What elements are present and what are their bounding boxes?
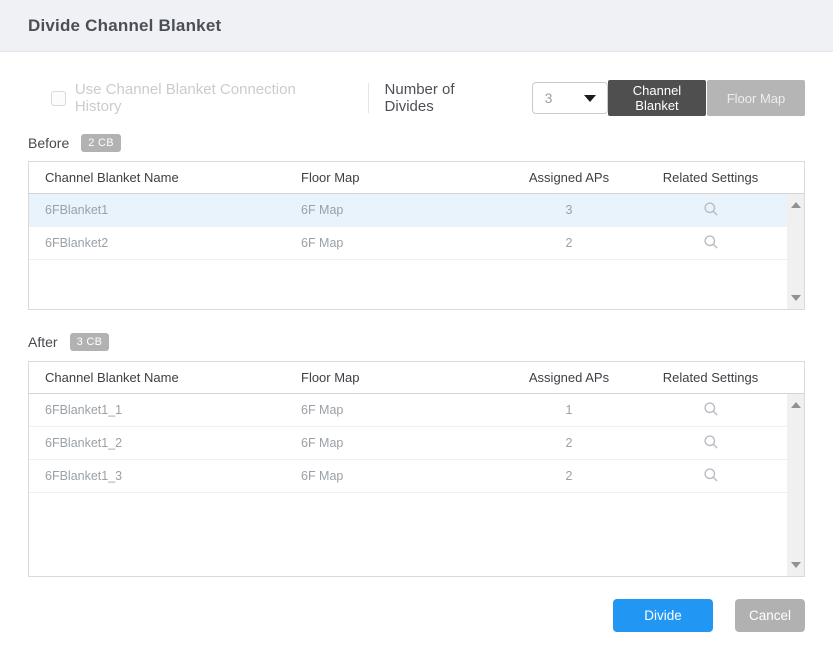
caret-down-icon <box>584 95 596 102</box>
column-header-floor-map: Floor Map <box>289 370 504 385</box>
after-section-header: After 3 CB <box>28 332 805 352</box>
divide-button[interactable]: Divide <box>613 599 713 632</box>
table-row[interactable]: 6FBlanket1 6F Map 3 <box>29 194 804 227</box>
arrow-up-icon[interactable] <box>791 402 801 408</box>
arrow-up-icon[interactable] <box>791 202 801 208</box>
cell-assigned-aps: 2 <box>504 236 634 250</box>
column-header-channel-blanket-name: Channel Blanket Name <box>29 170 289 185</box>
footer-actions: Divide Cancel <box>28 599 805 632</box>
search-icon[interactable] <box>703 434 719 450</box>
tab-channel-blanket[interactable]: Channel Blanket <box>608 80 706 116</box>
after-table: Channel Blanket Name Floor Map Assigned … <box>28 361 805 577</box>
cell-assigned-aps: 2 <box>504 436 634 450</box>
table-row[interactable]: 6FBlanket1_3 6F Map 2 <box>29 460 804 493</box>
before-table-header: Channel Blanket Name Floor Map Assigned … <box>29 162 804 194</box>
table-row[interactable]: 6FBlanket2 6F Map 2 <box>29 227 804 260</box>
cell-floor-map: 6F Map <box>289 403 504 417</box>
before-section-header: Before 2 CB <box>28 133 805 153</box>
search-icon[interactable] <box>703 467 719 483</box>
number-of-divides-value: 3 <box>545 90 553 106</box>
after-count-badge: 3 CB <box>70 333 110 351</box>
cell-floor-map: 6F Map <box>289 469 504 483</box>
cell-channel-blanket-name: 6FBlanket1 <box>29 203 289 217</box>
dialog-body: Use Channel Blanket Connection History N… <box>0 80 833 632</box>
cell-assigned-aps: 3 <box>504 203 634 217</box>
history-checkbox-label: Use Channel Blanket Connection History <box>75 81 344 115</box>
cell-channel-blanket-name: 6FBlanket1_2 <box>29 436 289 450</box>
column-header-floor-map: Floor Map <box>289 170 504 185</box>
column-header-channel-blanket-name: Channel Blanket Name <box>29 370 289 385</box>
history-checkbox-group: Use Channel Blanket Connection History <box>51 81 344 115</box>
column-header-assigned-aps: Assigned APs <box>504 370 634 385</box>
cell-channel-blanket-name: 6FBlanket2 <box>29 236 289 250</box>
number-of-divides-label: Number of Divides <box>385 81 507 115</box>
cell-channel-blanket-name: 6FBlanket1_3 <box>29 469 289 483</box>
cell-floor-map: 6F Map <box>289 436 504 450</box>
cell-related-settings <box>634 201 787 220</box>
tab-floor-map[interactable]: Floor Map <box>707 80 805 116</box>
search-icon[interactable] <box>703 201 719 217</box>
cell-related-settings <box>634 467 787 486</box>
view-toggle-group: Channel Blanket Floor Map <box>608 80 805 116</box>
after-label: After <box>28 334 58 350</box>
arrow-down-icon[interactable] <box>791 562 801 568</box>
cell-related-settings <box>634 434 787 453</box>
dialog-titlebar: Divide Channel Blanket <box>0 0 833 52</box>
before-count-badge: 2 CB <box>81 134 121 152</box>
cell-assigned-aps: 1 <box>504 403 634 417</box>
column-header-related-settings: Related Settings <box>634 370 787 385</box>
vertical-divider <box>368 83 369 113</box>
page-title: Divide Channel Blanket <box>28 16 221 36</box>
column-header-related-settings: Related Settings <box>634 170 787 185</box>
before-label: Before <box>28 135 69 151</box>
cell-related-settings <box>634 401 787 420</box>
cell-related-settings <box>634 234 787 253</box>
controls-row: Use Channel Blanket Connection History N… <box>28 80 805 116</box>
search-icon[interactable] <box>703 234 719 250</box>
cell-floor-map: 6F Map <box>289 203 504 217</box>
cell-assigned-aps: 2 <box>504 469 634 483</box>
table-row[interactable]: 6FBlanket1_1 6F Map 1 <box>29 394 804 427</box>
arrow-down-icon[interactable] <box>791 295 801 301</box>
after-table-header: Channel Blanket Name Floor Map Assigned … <box>29 362 804 394</box>
cell-floor-map: 6F Map <box>289 236 504 250</box>
cancel-button[interactable]: Cancel <box>735 599 805 632</box>
column-header-assigned-aps: Assigned APs <box>504 170 634 185</box>
cell-channel-blanket-name: 6FBlanket1_1 <box>29 403 289 417</box>
search-icon[interactable] <box>703 401 719 417</box>
table-row[interactable]: 6FBlanket1_2 6F Map 2 <box>29 427 804 460</box>
after-table-scrollbar[interactable] <box>787 394 804 576</box>
before-table-scrollbar[interactable] <box>787 194 804 309</box>
number-of-divides-select[interactable]: 3 <box>532 82 608 114</box>
history-checkbox[interactable] <box>51 91 66 106</box>
before-table: Channel Blanket Name Floor Map Assigned … <box>28 161 805 310</box>
